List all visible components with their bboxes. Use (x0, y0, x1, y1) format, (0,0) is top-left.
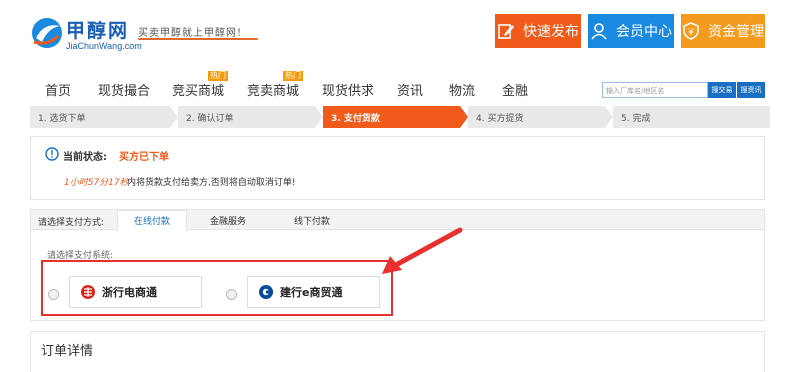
nav-item-bid-sell[interactable]: 竞卖商城 (247, 80, 299, 99)
annotation-arrow-icon (382, 227, 463, 274)
step-arrow (315, 106, 323, 128)
step-arrow (460, 106, 468, 128)
member-center-label: 会员中心 (616, 24, 672, 40)
czbank-logo-icon (81, 285, 95, 299)
logo-mark-icon (32, 18, 62, 48)
nav-item-news[interactable]: 资讯 (397, 80, 423, 99)
tab-offline-payment[interactable]: 线下付款 (269, 210, 355, 231)
step-arrow (170, 106, 178, 128)
order-status-panel: 当前状态: 买方已下单 1小时57分17秒 内将货款支付给卖方,否则将自动取消订… (30, 136, 765, 200)
tab-online-payment[interactable]: 在线付款 (117, 210, 187, 231)
order-detail-panel: 订单详情 (30, 331, 765, 372)
search-trade-button[interactable]: 搜交易 (708, 82, 736, 98)
step-pay: 3. 支付货款 (323, 106, 460, 128)
shield-yen-icon: ¥ (683, 22, 699, 40)
fund-management-label: 资金管理 (708, 24, 764, 40)
step-label: 3. 支付货款 (331, 113, 380, 124)
site-logo[interactable]: 甲醇网 JiaChunWang.com (30, 14, 142, 54)
step-arrow (605, 106, 613, 128)
slogan-underline (138, 38, 258, 40)
step-confirm: 2. 确认订单 (178, 106, 315, 128)
nav-item-spot-matching[interactable]: 现货撮合 (98, 80, 150, 99)
step-label: 2. 确认订单 (186, 113, 234, 124)
radio-ccb[interactable] (226, 289, 237, 300)
hot-badge: 热门 (283, 71, 303, 81)
logo-domain: JiaChunWang.com (66, 41, 142, 51)
header-slogan: 买卖甲醇就上甲醇网! (138, 28, 243, 39)
step-label: 4. 买方提货 (476, 113, 524, 124)
edit-icon (498, 24, 514, 39)
nav-item-supply-demand[interactable]: 现货供求 (322, 80, 374, 99)
order-progress-steps: 1. 选货下单 2. 确认订单 3. 支付货款 4. 买方提货 5. 完成 (30, 106, 770, 128)
member-center-button[interactable]: 会员中心 (588, 14, 674, 48)
logo-text: 甲醇网 (66, 20, 130, 42)
tab-finance-service[interactable]: 金融服务 (187, 210, 269, 231)
quick-publish-label: 快速发布 (523, 24, 579, 40)
search-news-button[interactable]: 搜资讯 (737, 82, 765, 98)
order-detail-title: 订单详情 (41, 344, 94, 359)
hot-badge: 热门 (208, 71, 228, 81)
svg-text:¥: ¥ (688, 28, 694, 38)
nav-item-finance[interactable]: 金融 (502, 80, 528, 99)
status-value: 买方已下单 (119, 152, 169, 163)
step-pickup: 4. 买方提货 (468, 106, 605, 128)
payment-countdown: 1小时57分17秒 (64, 178, 129, 188)
status-label: 当前状态: (63, 152, 107, 163)
payment-method-label: 请选择支付方式: (38, 218, 105, 228)
step-label: 1. 选货下单 (38, 113, 86, 124)
nav-item-bid-buy[interactable]: 竞买商城 (172, 80, 224, 99)
option-zheshang[interactable]: 浙行电商通 (69, 276, 202, 308)
countdown-message: 内将货款支付给卖方,否则将自动取消订单! (127, 178, 296, 188)
option-zheshang-label: 浙行电商通 (102, 286, 157, 299)
radio-zheshang[interactable] (48, 289, 59, 300)
nav-item-home[interactable]: 首页 (45, 80, 71, 99)
option-ccb[interactable]: 建行e商贸通 (247, 276, 380, 308)
search-input[interactable]: 输入厂库名/地区名 (602, 82, 708, 98)
quick-publish-button[interactable]: 快速发布 (495, 14, 581, 48)
nav-item-logistics[interactable]: 物流 (449, 80, 475, 99)
fund-management-button[interactable]: ¥ 资金管理 (681, 14, 765, 48)
step-label: 5. 完成 (621, 113, 651, 124)
step-complete: 5. 完成 (613, 106, 770, 128)
option-ccb-label: 建行e商贸通 (280, 286, 343, 299)
info-icon (45, 147, 59, 161)
step-select: 1. 选货下单 (30, 106, 170, 128)
user-icon (591, 23, 607, 40)
ccb-logo-icon (259, 285, 273, 299)
